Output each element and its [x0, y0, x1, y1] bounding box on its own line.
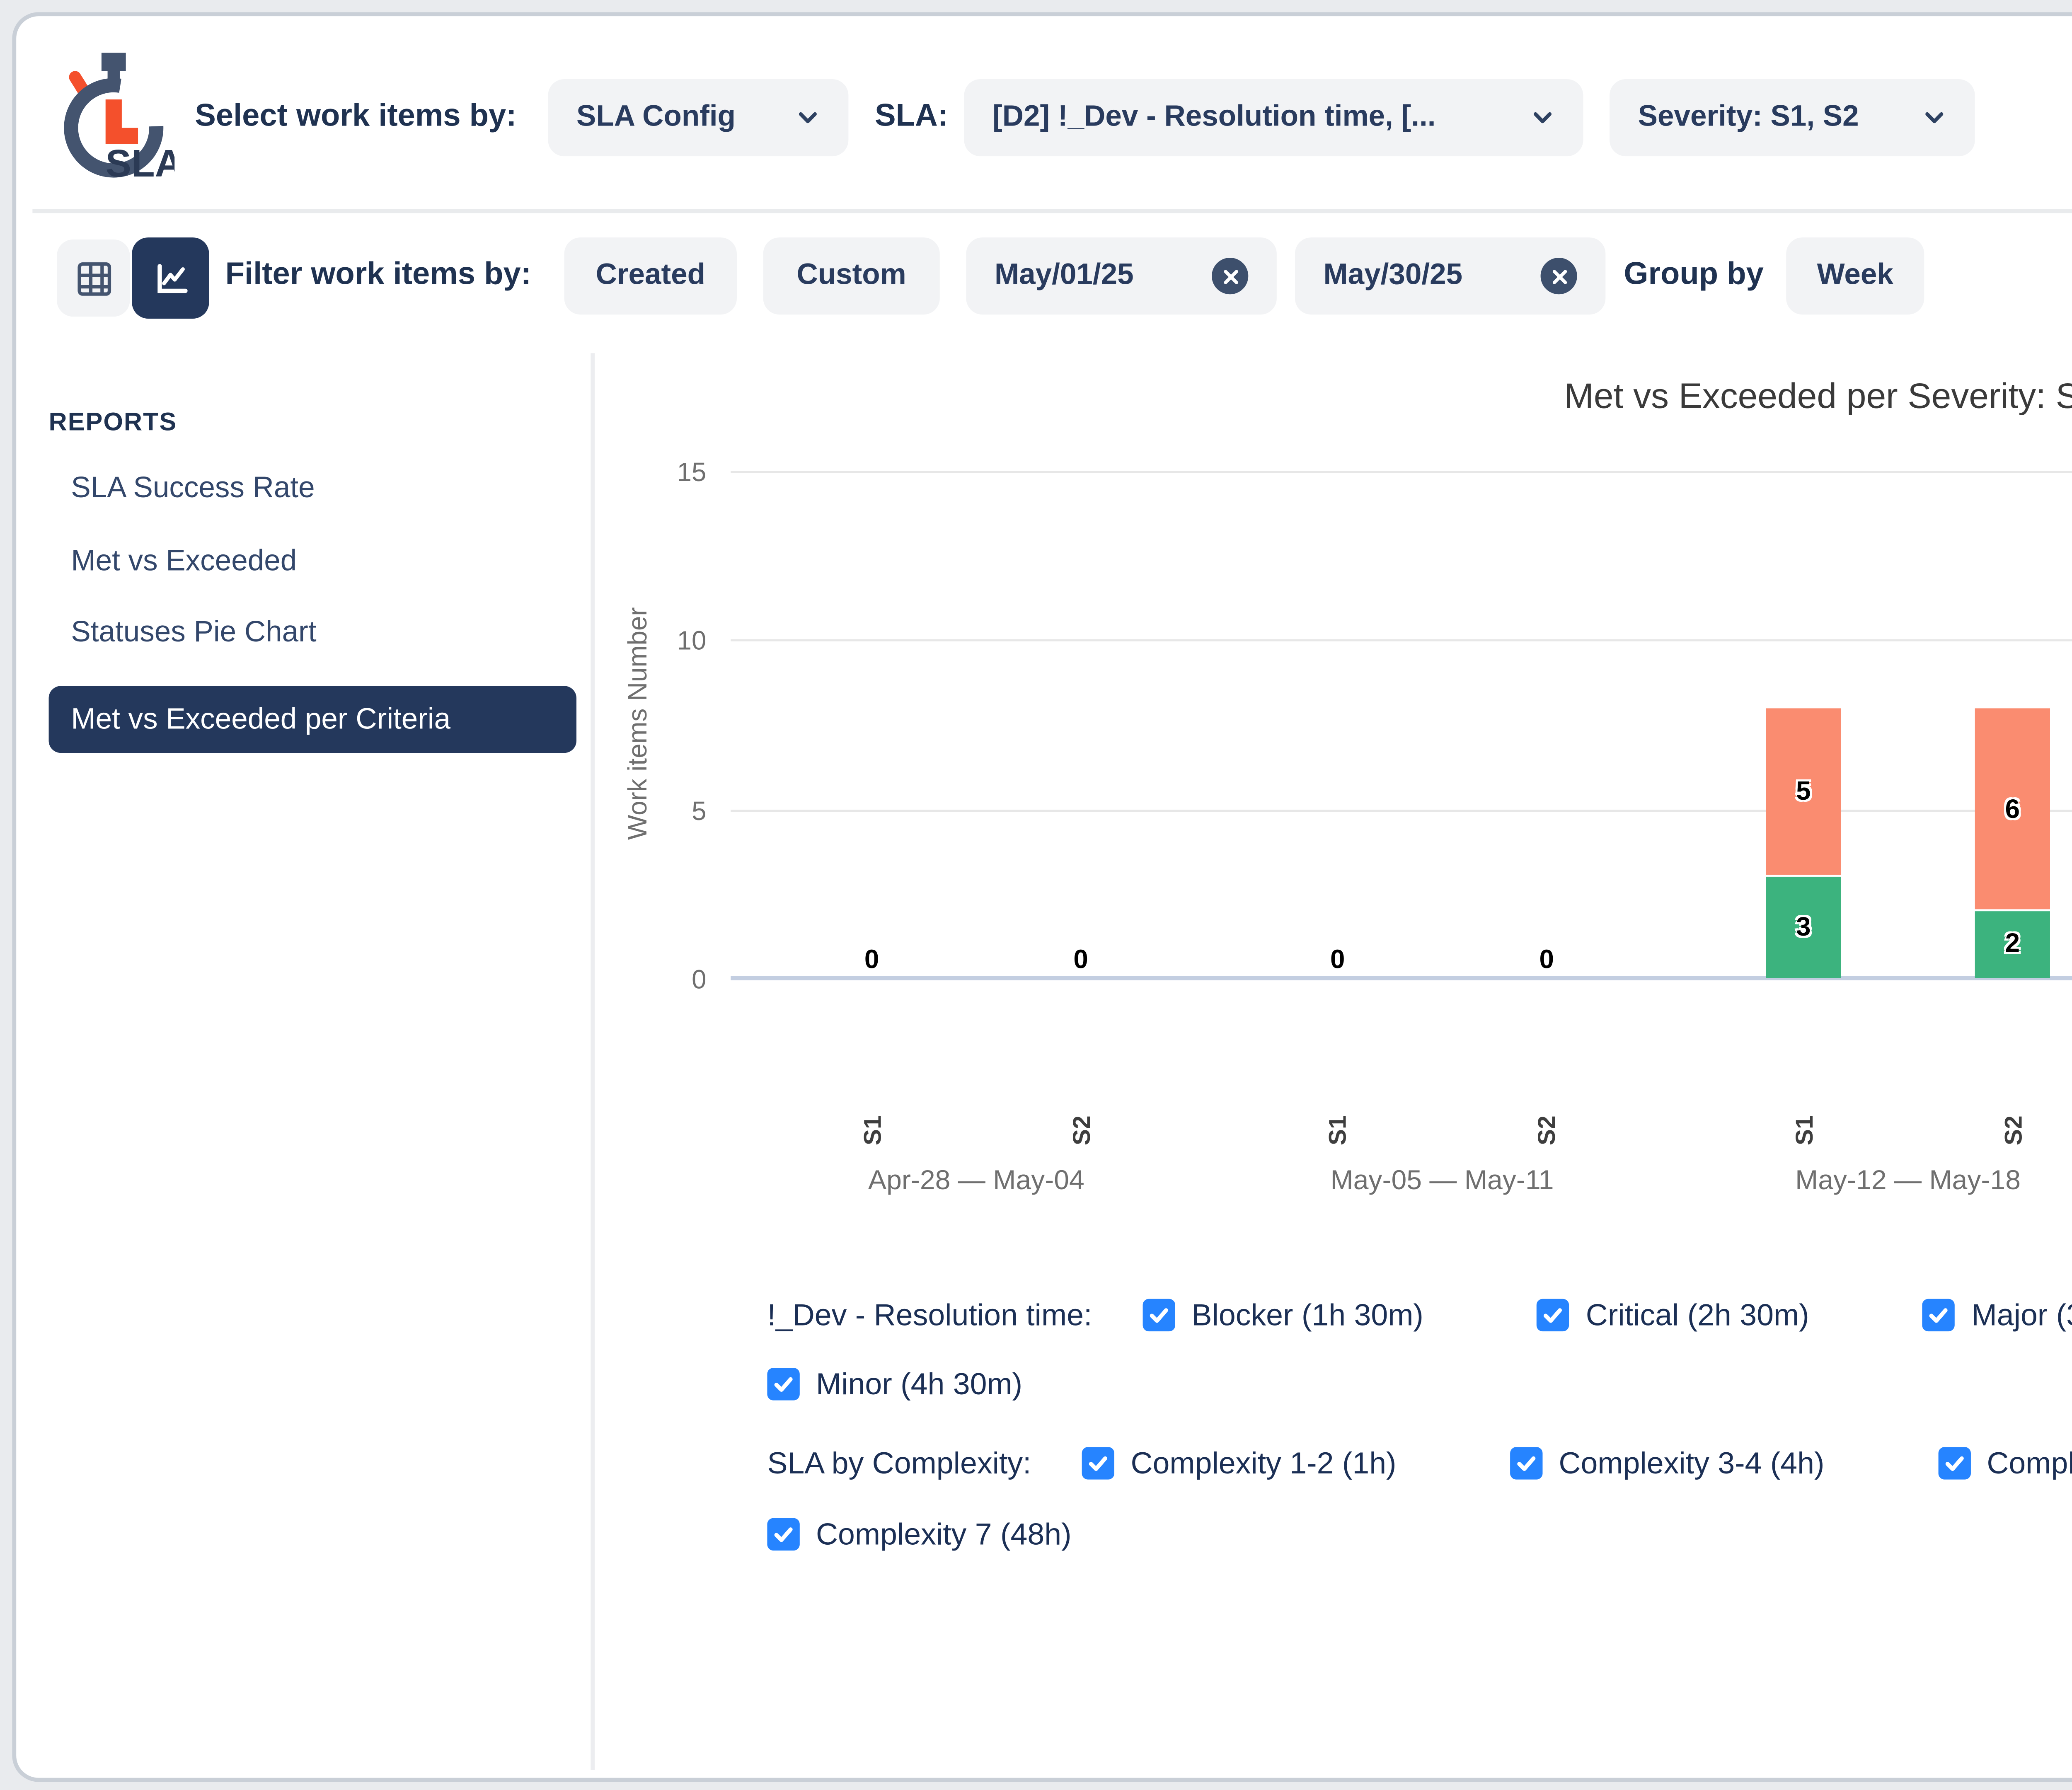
checkbox-checked-icon[interactable]	[1938, 1447, 1970, 1479]
bar-met-value: 2	[1982, 928, 2043, 958]
filter-row-3: SLA by Complexity:Complexity 1-2 (1h)Com…	[767, 1441, 2072, 1486]
week-label-3: May-12 — May-18	[1685, 1165, 2072, 1195]
bar-zero-value: 0	[1307, 944, 1368, 974]
filter-option-label: Complexity 5-6 (12h)	[1987, 1446, 2072, 1480]
filter-row-1: !_Dev - Resolution time: Blocker (1h 30m)…	[767, 1293, 2072, 1338]
filter-option-complexity-7-48h-[interactable]: Complexity 7 (48h)	[767, 1517, 1071, 1551]
filter-row-4: Complexity 7 (48h)	[767, 1512, 1071, 1557]
gridline-y10	[731, 640, 2072, 642]
x-label-S2: S2	[1067, 1100, 1095, 1161]
y-tick-15: 15	[637, 457, 707, 487]
filter-items: Minor (4h 30m)	[767, 1367, 1022, 1401]
app-card: SLA Select work items by: SLA Config SLA…	[12, 12, 2072, 1782]
filter-group-label-2: SLA by Complexity:	[767, 1446, 1031, 1480]
y-tick-10: 10	[637, 626, 707, 656]
filter-option-label: Critical (2h 30m)	[1586, 1298, 1809, 1332]
bar-exceeded-value: 6	[1982, 793, 2043, 823]
filter-option-label: Complexity 3-4 (4h)	[1559, 1446, 1824, 1480]
x-label-S2: S2	[1532, 1100, 1561, 1161]
filter-option-blocker-1h-30m-[interactable]: Blocker (1h 30m)	[1143, 1298, 1423, 1332]
bar-met-value: 3	[1773, 911, 1834, 941]
filter-items: Blocker (1h 30m) Critical (2h 30m) Major (…	[1143, 1298, 2072, 1332]
filter-items: Complexity 7 (48h)	[767, 1517, 1071, 1551]
y-tick-5: 5	[637, 795, 707, 825]
filter-row-2: Minor (4h 30m)	[767, 1362, 1022, 1407]
x-label-S1: S1	[857, 1100, 886, 1161]
week-label-1: Apr-28 — May-04	[753, 1165, 1200, 1195]
week-label-2: May-05 — May-11	[1219, 1165, 1665, 1195]
filter-option-complexity-3-4-4h-[interactable]: Complexity 3-4 (4h)	[1510, 1446, 1825, 1480]
filter-option-label: Major (3h 30m)	[1972, 1298, 2072, 1332]
x-label-S1: S1	[1789, 1100, 1818, 1161]
y-tick-0: 0	[637, 964, 707, 994]
bar-exceeded-value: 5	[1773, 776, 1834, 806]
gridline-y15	[731, 471, 2072, 473]
filter-option-complexity-5-6-12h-[interactable]: Complexity 5-6 (12h)	[1938, 1446, 2072, 1480]
sla-dashboard: SLA Select work items by: SLA Config SLA…	[0, 0, 2072, 1790]
filter-option-label: Blocker (1h 30m)	[1192, 1298, 1423, 1332]
filter-group-label-1: !_Dev - Resolution time:	[767, 1298, 1092, 1332]
checkbox-checked-icon[interactable]	[1923, 1299, 1955, 1331]
bar-zero-value: 0	[841, 944, 902, 974]
filter-option-label: Minor (4h 30m)	[816, 1367, 1022, 1401]
filter-option-minor-4h-30m-[interactable]: Minor (4h 30m)	[767, 1367, 1022, 1401]
checkbox-checked-icon[interactable]	[1510, 1447, 1542, 1479]
filter-items: Complexity 1-2 (1h) Complexity 3-4 (4h) Co…	[1082, 1446, 2072, 1480]
x-label-S2: S2	[1998, 1100, 2027, 1161]
filter-option-label: Complexity 1-2 (1h)	[1130, 1446, 1396, 1480]
checkbox-checked-icon[interactable]	[767, 1368, 799, 1400]
checkbox-checked-icon[interactable]	[1537, 1299, 1569, 1331]
filter-option-complexity-1-2-1h-[interactable]: Complexity 1-2 (1h)	[1082, 1446, 1397, 1480]
checkbox-checked-icon[interactable]	[1143, 1299, 1175, 1331]
bar-zero-value: 0	[1516, 944, 1577, 974]
filter-option-major-3h-30m-[interactable]: Major (3h 30m)	[1923, 1298, 2072, 1332]
filter-option-label: Complexity 7 (48h)	[816, 1517, 1072, 1551]
x-axis-line	[731, 976, 2072, 980]
gridline-y5	[731, 809, 2072, 811]
filter-option-critical-2h-30m-[interactable]: Critical (2h 30m)	[1537, 1298, 1809, 1332]
bar-zero-value: 0	[1051, 944, 1111, 974]
checkbox-checked-icon[interactable]	[1082, 1447, 1114, 1479]
checkbox-checked-icon[interactable]	[767, 1518, 799, 1551]
x-label-S1: S1	[1323, 1100, 1352, 1161]
